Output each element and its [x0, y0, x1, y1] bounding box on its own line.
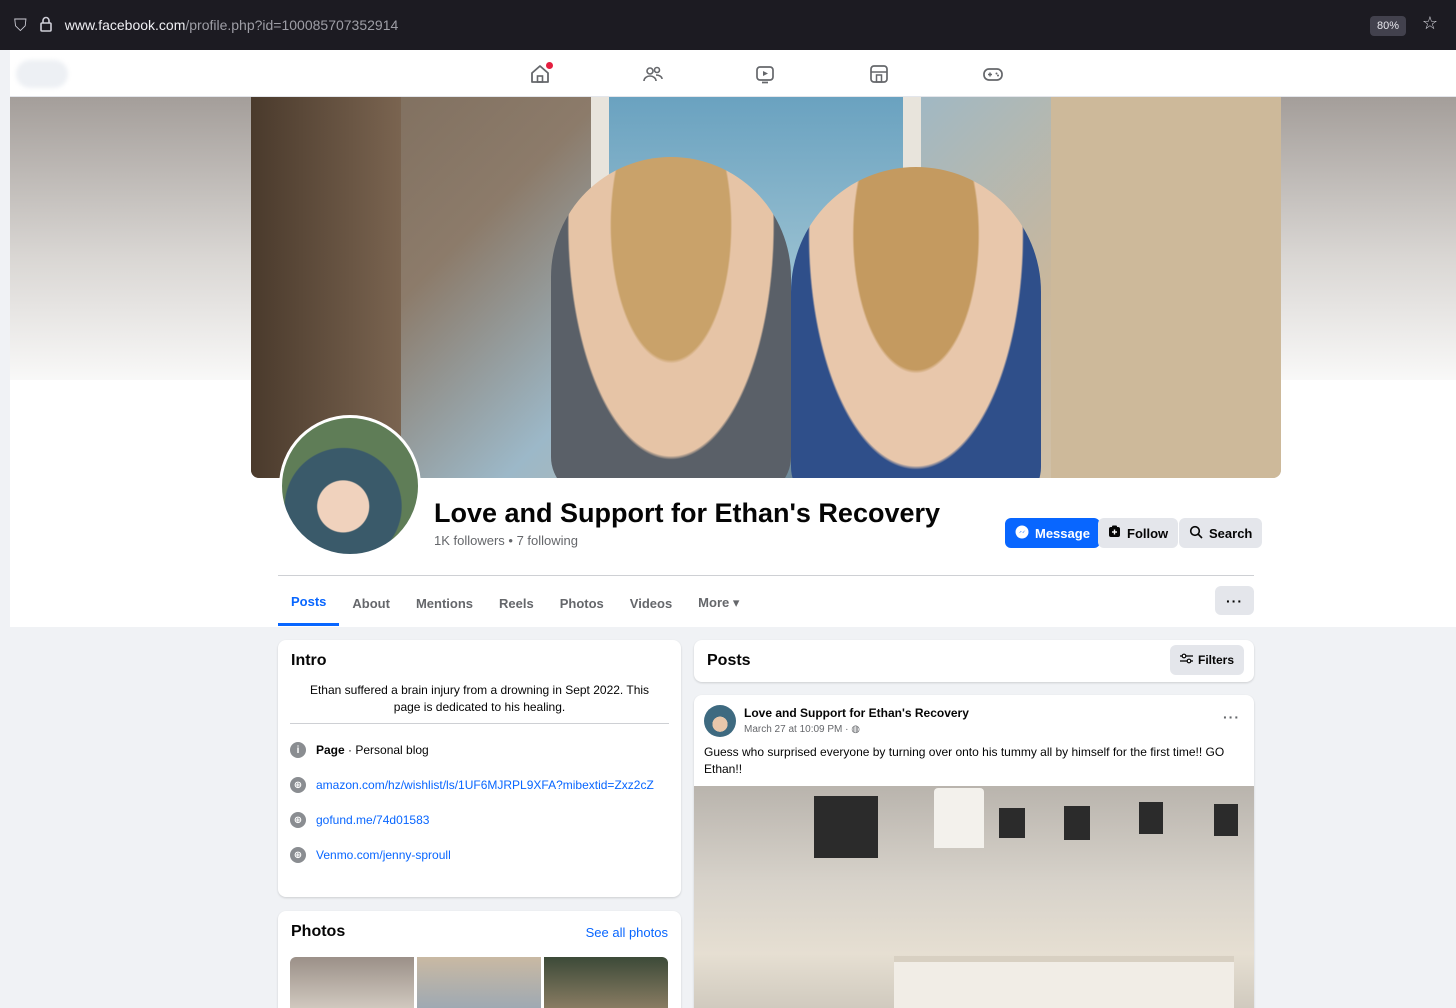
notification-dot [546, 62, 553, 69]
cover-child-left [551, 157, 791, 478]
globe-icon: ◍ [851, 724, 861, 735]
search-button[interactable]: Search [1179, 518, 1263, 548]
link-row: ⊕ gofund.me/74d01583 [290, 812, 429, 828]
message-button[interactable]: Message [1005, 518, 1100, 548]
page-title: Love and Support for Ethan's Recovery [434, 498, 941, 528]
message-button-label: Message [1035, 525, 1090, 541]
intro-title: Intro [291, 652, 327, 669]
see-all-photos-link[interactable]: See all photos [586, 925, 668, 940]
post-card: Love and Support for Ethan's Recovery Ma… [694, 695, 1254, 1008]
post-author-name[interactable]: Love and Support for Ethan's Recovery [744, 706, 969, 720]
browser-toolbar: ⛉ www.facebook.com/profile.php?id=100085… [0, 0, 1456, 50]
follow-icon [1108, 525, 1121, 541]
photo-thumbnail[interactable] [544, 957, 668, 1008]
friends-icon[interactable] [640, 61, 666, 87]
globe-icon: ⊕ [290, 812, 306, 828]
video-icon[interactable] [752, 61, 778, 87]
posts-title: Posts [707, 652, 751, 669]
gofundme-link[interactable]: gofund.me/74d01583 [316, 813, 429, 827]
link-row: ⊕ amazon.com/hz/wishlist/ls/1UF6MJRPL9XF… [290, 777, 654, 793]
more-options-button[interactable]: ··· [1215, 586, 1254, 615]
intro-divider [290, 723, 669, 724]
header-divider [278, 575, 1254, 576]
follower-stats[interactable]: 1K followers • 7 following [434, 533, 578, 548]
bookmark-star-icon[interactable]: ☆ [1422, 14, 1438, 32]
photos-card: Photos See all photos [278, 911, 681, 1008]
follow-button[interactable]: Follow [1098, 518, 1179, 548]
cover-child-right [791, 167, 1041, 478]
intro-card: Intro Ethan suffered a brain injury from… [278, 640, 681, 897]
post-timestamp[interactable]: March 27 at 10:09 PM · ◍ [744, 724, 860, 735]
lamp-shape [934, 788, 984, 848]
tab-photos[interactable]: Photos [547, 580, 617, 626]
tab-more[interactable]: More ▾ [685, 580, 752, 626]
photo-thumbnail[interactable] [290, 957, 414, 1008]
cover-wall-shape [1051, 97, 1281, 478]
zoom-level-button[interactable]: 80% [1369, 16, 1406, 36]
search-box[interactable] [16, 60, 68, 88]
post-author-avatar[interactable] [704, 705, 736, 737]
globe-icon: ⊕ [290, 777, 306, 793]
tab-posts[interactable]: Posts [278, 580, 340, 626]
venmo-link[interactable]: Venmo.com/jenny-sproull [316, 848, 451, 862]
search-icon [1189, 525, 1203, 542]
wall-frame-shape [1139, 802, 1163, 834]
filters-label: Filters [1197, 653, 1234, 667]
home-icon[interactable] [527, 61, 553, 87]
posts-header-card: Posts Filters [694, 640, 1254, 682]
profile-picture[interactable] [279, 415, 421, 557]
tab-about[interactable]: About [339, 580, 403, 626]
tab-videos[interactable]: Videos [617, 580, 685, 626]
filters-icon [1179, 653, 1193, 667]
post-text: Guess who surprised everyone by turning … [704, 745, 1225, 776]
post-photo[interactable] [694, 786, 1254, 1008]
cover-photo[interactable] [251, 97, 1281, 478]
category-row: i Page · Personal blog [290, 742, 429, 758]
info-icon: i [290, 742, 306, 758]
tab-mentions[interactable]: Mentions [403, 580, 486, 626]
post-time-text: March 27 at 10:09 PM · [744, 724, 849, 735]
amazon-wishlist-link[interactable]: amazon.com/hz/wishlist/ls/1UF6MJRPL9XFA?… [316, 778, 654, 792]
wall-frame-shape [1064, 806, 1090, 840]
facebook-top-nav [10, 50, 1456, 97]
photos-title: Photos [291, 923, 346, 940]
filters-button[interactable]: Filters [1169, 645, 1244, 675]
messenger-icon [1015, 525, 1029, 542]
shield-icon[interactable]: ⛉ [14, 17, 27, 34]
follow-button-label: Follow [1127, 525, 1169, 541]
globe-icon: ⊕ [290, 847, 306, 863]
intro-bio: Ethan suffered a brain injury from a dro… [309, 683, 650, 714]
tab-reels[interactable]: Reels [486, 580, 547, 626]
search-button-label: Search [1209, 525, 1253, 541]
lock-icon[interactable] [39, 16, 53, 35]
category-value: · Personal blog [344, 743, 429, 757]
link-row: ⊕ Venmo.com/jenny-sproull [290, 847, 451, 863]
marketplace-icon[interactable] [866, 61, 892, 87]
category-label: Page [316, 743, 345, 757]
post-options-button[interactable]: ··· [1223, 709, 1240, 725]
address-bar[interactable]: www.facebook.com/profile.php?id=10008570… [65, 17, 399, 33]
dresser-shape [894, 956, 1234, 1008]
wall-frame-shape [814, 796, 878, 858]
photo-thumbnail[interactable] [417, 957, 541, 1008]
profile-tabs: Posts About Mentions Reels Photos Videos… [278, 580, 752, 626]
wall-frame-shape [999, 808, 1025, 838]
wall-frame-shape [1214, 804, 1238, 836]
gaming-icon[interactable] [980, 61, 1006, 87]
